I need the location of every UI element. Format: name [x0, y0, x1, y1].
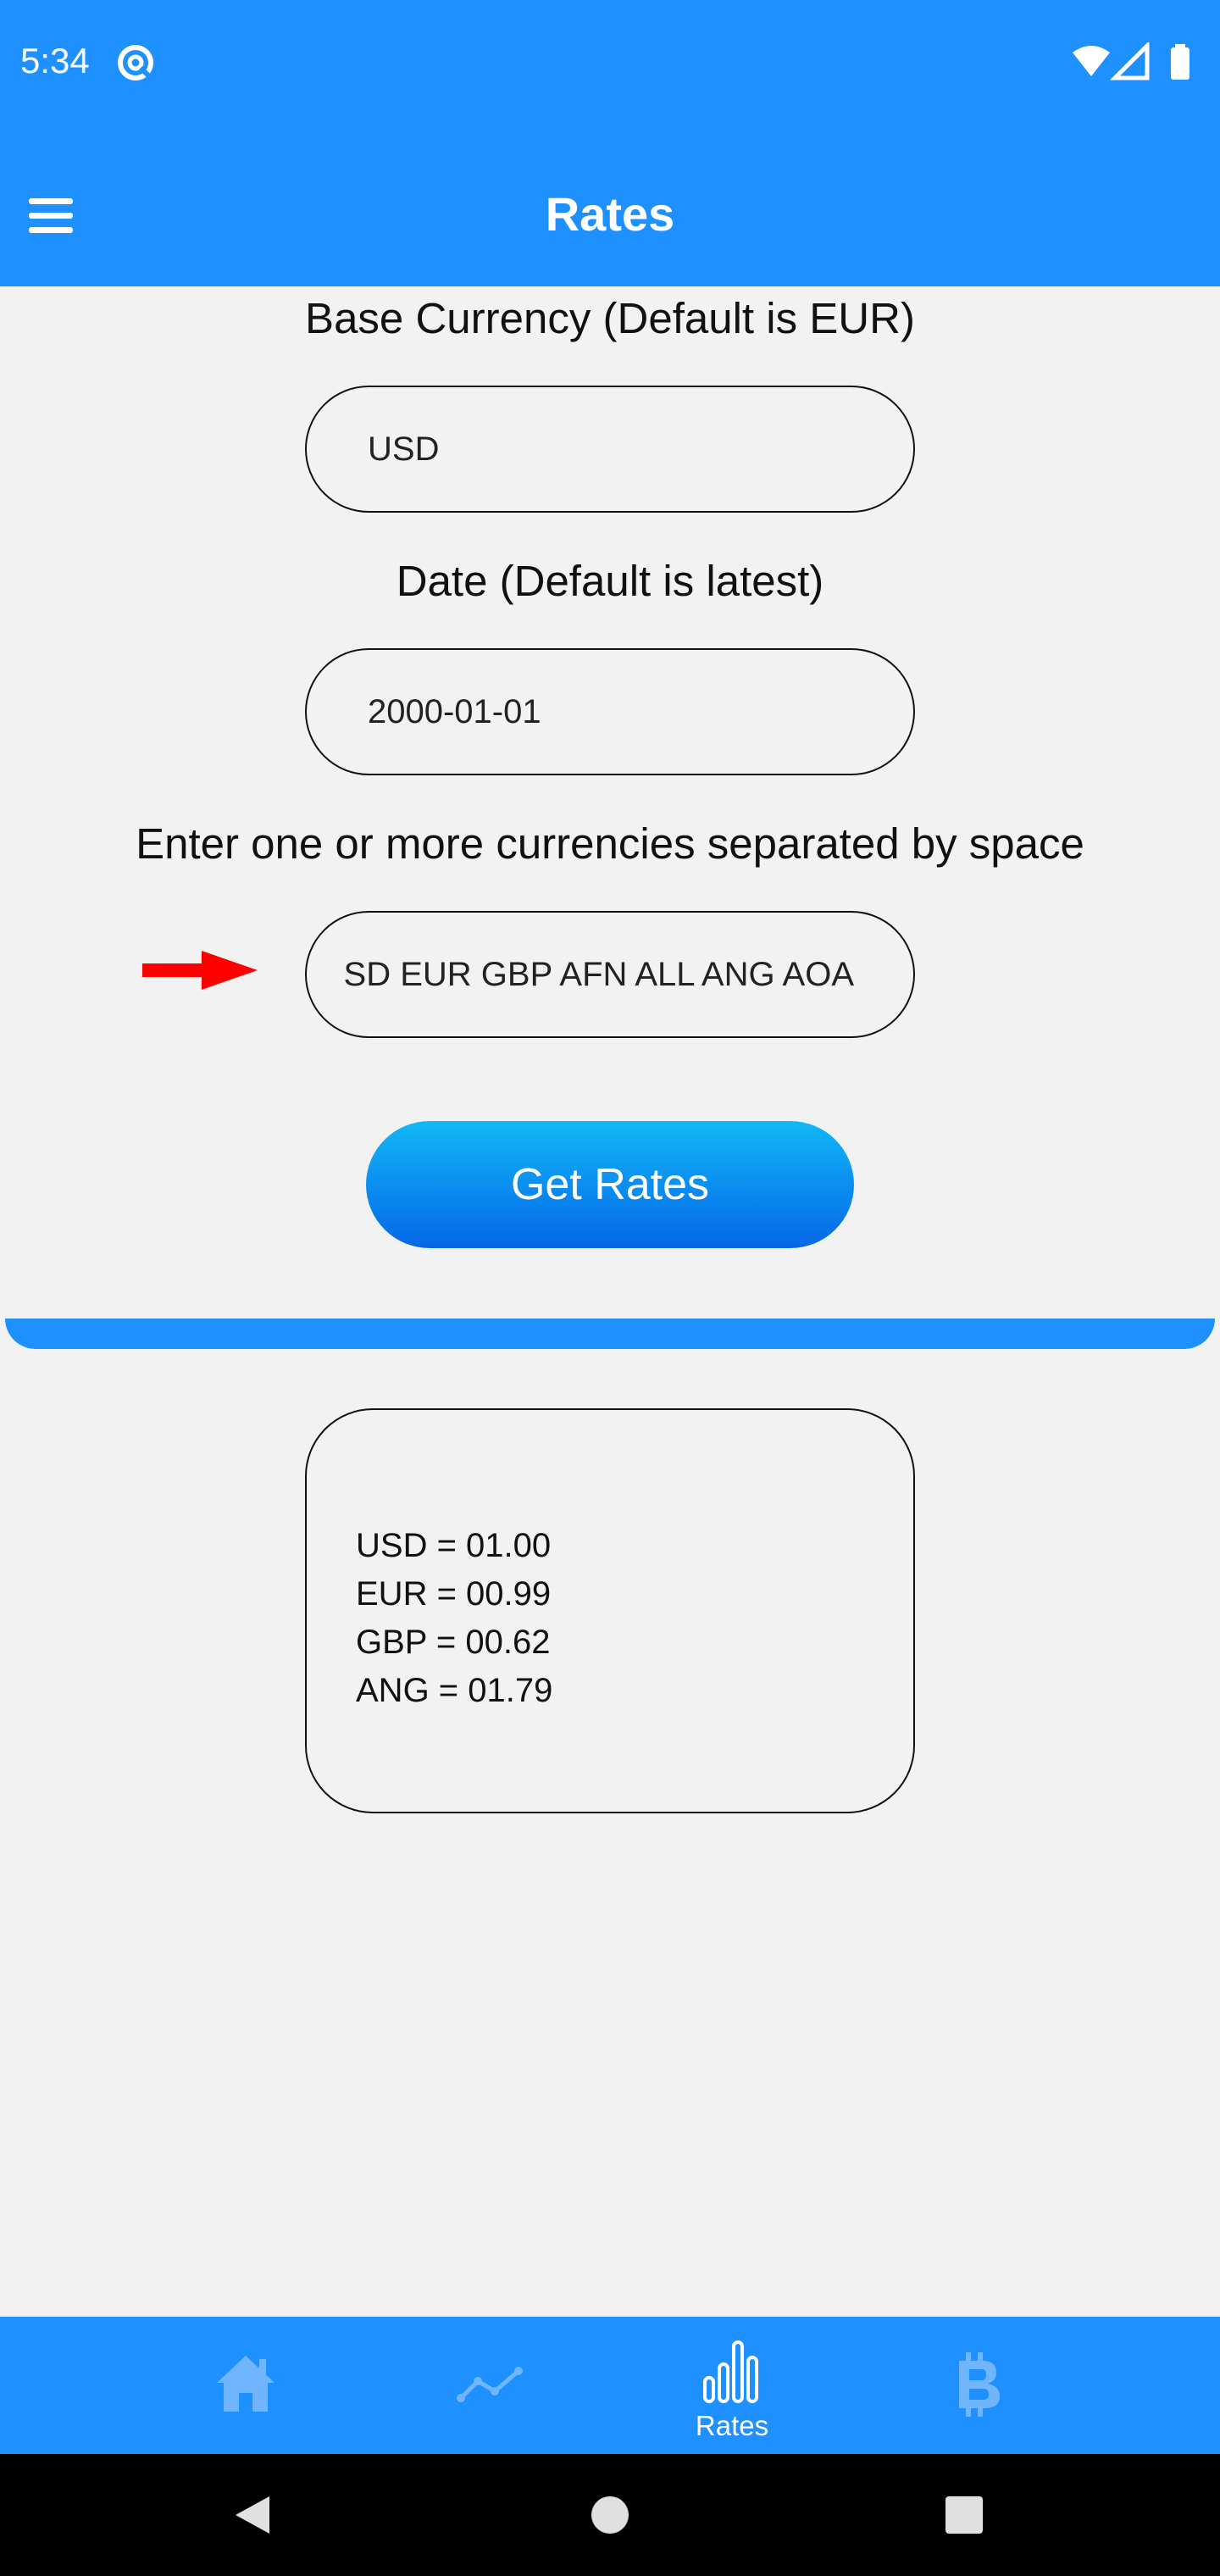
home-icon	[217, 2356, 274, 2412]
status-bar: 5:34	[0, 0, 1220, 127]
result-line-usd: USD = 01.00	[356, 1527, 552, 1564]
result-line-ang: ANG = 01.79	[356, 1672, 553, 1709]
sync-status-icon	[118, 45, 153, 80]
base-currency-input[interactable]: USD	[305, 386, 915, 513]
bottom-nav: Rates	[0, 2317, 1220, 2454]
nav-item-rates[interactable]: Rates	[664, 2317, 800, 2454]
base-currency-label: Base Currency (Default is EUR)	[305, 294, 915, 342]
battery-icon	[1171, 47, 1190, 80]
result-line-gbp: GBP = 00.62	[356, 1624, 551, 1661]
section-divider	[5, 1319, 1215, 1349]
home-circle-icon[interactable]	[588, 2493, 632, 2537]
status-time: 5:34	[20, 41, 90, 80]
back-icon[interactable]	[230, 2493, 274, 2537]
page-title: Rates	[545, 187, 675, 241]
result-line-eur: EUR = 00.99	[356, 1575, 552, 1613]
red-arrow-icon	[142, 951, 258, 990]
nav-item-bitcoin[interactable]	[910, 2317, 1045, 2454]
bar-chart-icon	[703, 2340, 758, 2403]
date-label: Date (Default is latest)	[396, 557, 824, 605]
nav-label-rates: Rates	[695, 2410, 769, 2441]
results-box: USD = 01.00 EUR = 00.99 GBP = 00.62 ANG …	[305, 1408, 915, 1813]
wifi-icon	[1073, 46, 1110, 76]
app-bar: Rates	[0, 127, 1220, 286]
trend-line-icon	[457, 2367, 523, 2402]
nav-item-trends[interactable]	[422, 2317, 557, 2454]
status-icons	[1073, 42, 1190, 80]
nav-item-home[interactable]	[178, 2317, 313, 2454]
date-input[interactable]: 2000-01-01	[305, 648, 915, 775]
get-rates-button[interactable]: Get Rates	[366, 1121, 854, 1248]
currencies-input[interactable]: SD EUR GBP AFN ALL ANG AOA	[305, 911, 915, 1038]
signal-icon	[1109, 42, 1150, 80]
system-nav-bar	[0, 2454, 1220, 2576]
currencies-label: Enter one or more currencies separated b…	[136, 819, 1084, 868]
recents-icon[interactable]	[942, 2493, 986, 2537]
bitcoin-icon	[959, 2352, 1000, 2417]
